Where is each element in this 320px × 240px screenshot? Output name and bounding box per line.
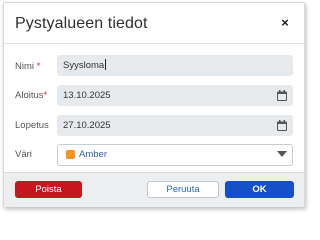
name-input-value: Syysloma: [63, 60, 105, 71]
area-details-dialog: Pystyalueen tiedot × Nimi * Syysloma Alo…: [3, 2, 305, 207]
end-date-input[interactable]: 27.10.2025: [57, 115, 293, 136]
calendar-icon[interactable]: [277, 90, 287, 101]
start-label: Aloitus*: [15, 90, 47, 102]
required-mark: *: [36, 61, 41, 72]
dialog-footer: Poista Peruuta OK: [4, 172, 304, 207]
header-divider: [4, 43, 304, 44]
delete-button[interactable]: Poista: [15, 181, 82, 198]
color-select[interactable]: Amber: [57, 144, 293, 166]
start-date-input[interactable]: 13.10.2025: [57, 85, 293, 106]
start-date-value: 13.10.2025: [63, 90, 111, 101]
calendar-icon[interactable]: [277, 120, 287, 131]
name-label-text: Nimi: [15, 61, 34, 72]
close-icon[interactable]: ×: [278, 15, 292, 31]
end-label: Lopetus: [15, 120, 49, 131]
required-mark: *: [43, 90, 48, 101]
chevron-down-icon[interactable]: [277, 151, 287, 157]
color-label: Väri: [15, 149, 32, 160]
start-label-text: Aloitus: [15, 90, 44, 101]
dialog-title: Pystyalueen tiedot: [15, 15, 148, 32]
cancel-button[interactable]: Peruuta: [147, 181, 219, 198]
name-label: Nimi *: [15, 61, 40, 73]
ok-button[interactable]: OK: [225, 181, 294, 198]
text-caret: [105, 59, 107, 70]
end-date-value: 27.10.2025: [63, 120, 111, 131]
name-input[interactable]: Syysloma: [57, 55, 293, 76]
color-select-value: Amber: [79, 149, 107, 160]
color-swatch: [66, 150, 75, 159]
